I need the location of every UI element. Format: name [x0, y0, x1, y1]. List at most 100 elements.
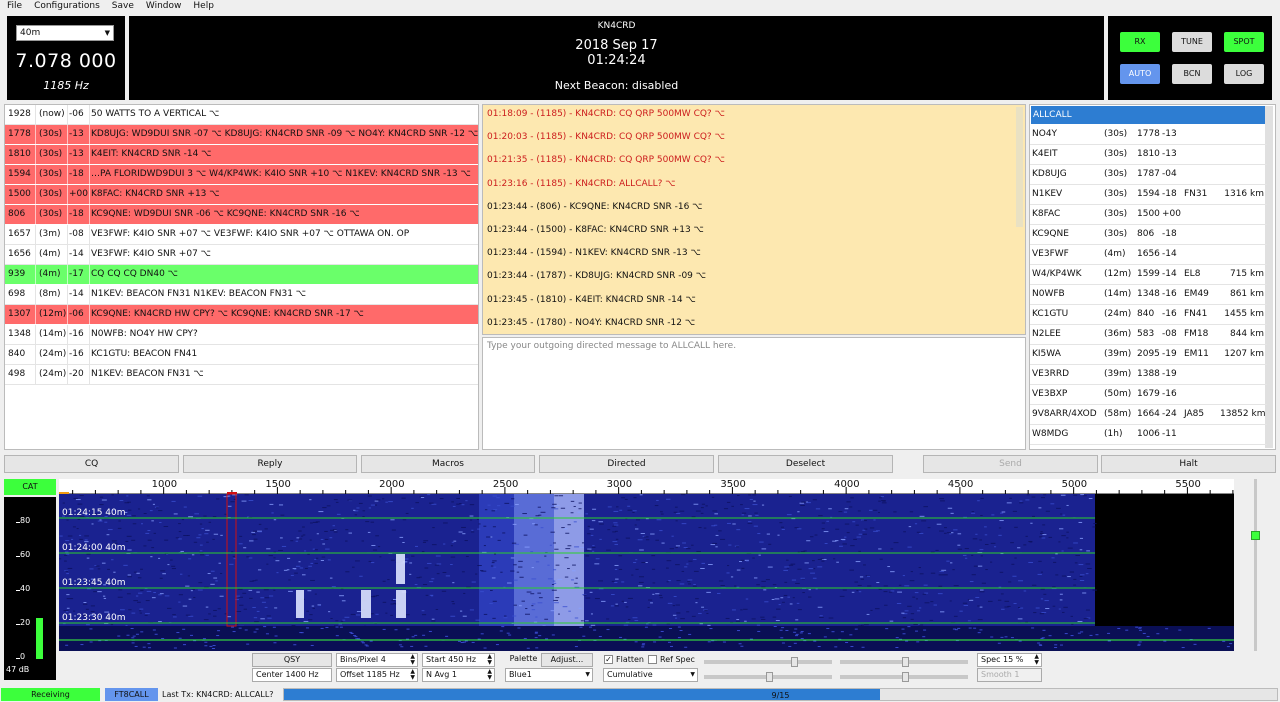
menu-save[interactable]: Save	[105, 0, 139, 12]
center-spinbox[interactable]: Center 1400 Hz	[252, 668, 332, 682]
directed-message[interactable]: 01:23:44 - (806) - KC9QNE: KN4CRD SNR -1…	[487, 201, 703, 213]
call-row[interactable]: W4/KP4WK (12m) 1599 -14 EL8 715 km	[1030, 265, 1267, 285]
beacon-button[interactable]: BCN	[1172, 64, 1212, 84]
message-compose-field[interactable]: Type your outgoing directed message to A…	[482, 337, 1026, 450]
call-row[interactable]: K4EIT (30s) 1810 -13	[1030, 145, 1267, 165]
directed-button[interactable]: Directed	[539, 455, 714, 473]
gain-slider[interactable]	[1251, 479, 1260, 651]
activity-row[interactable]: 1348 (14m) -16 N0WFB: NO4Y HW CPY?	[5, 325, 478, 345]
spot-button[interactable]: SPOT	[1224, 32, 1264, 52]
slider-knob[interactable]	[1251, 531, 1260, 540]
slider-knob[interactable]	[902, 672, 909, 682]
zero-slider-1[interactable]	[840, 657, 968, 667]
directed-message[interactable]: 01:18:09 - (1185) - KN4CRD: CQ QRP 500MW…	[487, 108, 725, 120]
log-button[interactable]: LOG	[1224, 64, 1264, 84]
spin-arrows-icon[interactable]: ▲ ▼	[410, 669, 415, 681]
menu-window[interactable]: Window	[139, 0, 187, 12]
activity-row[interactable]: 1810 (30s) -13 K4EIT: KN4CRD SNR -14 ⌥	[5, 145, 478, 165]
call-row[interactable]: NO4Y (30s) 1778 -13	[1030, 125, 1267, 145]
column-divider	[35, 125, 36, 144]
reply-button[interactable]: Reply	[183, 455, 357, 473]
halt-button[interactable]: Halt	[1101, 455, 1276, 473]
spin-arrows-icon[interactable]: ▲ ▼	[1034, 654, 1039, 666]
directed-message[interactable]: 01:23:16 - (1185) - KN4CRD: ALLCALL? ⌥	[487, 178, 676, 190]
frequency-scale[interactable]: 1000 1500 2000 2500 3000 3500 4000 4500 5000 5500	[59, 479, 1234, 494]
call-row[interactable]: VE3RRD (39m) 1388 -19	[1030, 365, 1267, 385]
offset-spinbox[interactable]: Offset 1185 Hz ▲ ▼	[336, 668, 418, 682]
start-spinbox[interactable]: Start 450 Hz ▲ ▼	[422, 653, 495, 667]
flatten-checkbox[interactable]: ✓ Flatten	[604, 654, 644, 666]
macros-button[interactable]: Macros	[361, 455, 535, 473]
activity-row[interactable]: 1307 (12m) -06 KC9QNE: KN4CRD HW CPY? ⌥ KC9…	[5, 305, 478, 325]
call-row[interactable]: VE3BXP (50m) 1679 -16	[1030, 385, 1267, 405]
send-button[interactable]: Send	[923, 455, 1098, 473]
waterfall-display[interactable]: 01:24:15 40m 01:24:00 40m 01:23:45 40m 01:2…	[59, 494, 1234, 651]
gain-slider-2[interactable]	[704, 672, 832, 682]
activity-row[interactable]: 806 (30s) -18 KC9QNE: WD9DUI SNR -06 ⌥ KC9Q…	[5, 205, 478, 225]
call-activity-list[interactable]: ALLCALL NO4Y (30s) 1778 -13 K4EIT (30s) 1810 -1…	[1029, 104, 1276, 450]
slider-knob[interactable]	[766, 672, 773, 682]
directed-message[interactable]: 01:23:44 - (1500) - K8FAC: KN4CRD SNR +1…	[487, 224, 704, 236]
rx-button[interactable]: RX	[1120, 32, 1160, 52]
call-row[interactable]: KC9QNE (30s) 806 -18	[1030, 225, 1267, 245]
directed-message[interactable]: 01:20:03 - (1185) - KN4CRD: CQ QRP 500MW…	[487, 131, 725, 143]
grid-cell: FN41	[1184, 309, 1208, 319]
activity-row[interactable]: 1928 (now) -06 50 WATTS TO A VERTICAL ⌥	[5, 105, 478, 125]
call-row[interactable]: 9V8ARR/4XOD (58m) 1664 -24 JA85 13852 km	[1030, 405, 1267, 425]
scrollbar[interactable]	[1016, 107, 1023, 227]
activity-row[interactable]: 1594 (30s) -18 …PA FLORIDWD9DUI 3 ⌥ W4/KP4W…	[5, 165, 478, 185]
menu-help[interactable]: Help	[186, 0, 219, 12]
menu-configurations[interactable]: Configurations	[27, 0, 105, 12]
adjust-button[interactable]: Adjust...	[541, 653, 593, 667]
qsy-button[interactable]: QSY	[252, 653, 332, 667]
activity-row[interactable]: 939 (4m) -17 CQ CQ CQ DN40 ⌥	[5, 265, 478, 285]
smooth-spinbox[interactable]: Smooth 1	[977, 668, 1042, 682]
activity-row[interactable]: 840 (24m) -16 KC1GTU: BEACON FN41	[5, 345, 478, 365]
activity-row[interactable]: 1657 (3m) -08 VE3FWF: K4IO SNR +07 ⌥ VE3FWF…	[5, 225, 478, 245]
spin-arrows-icon[interactable]: ▲ ▼	[410, 654, 415, 666]
activity-row[interactable]: 1656 (4m) -14 VE3FWF: K4IO SNR +07 ⌥	[5, 245, 478, 265]
directed-message[interactable]: 01:23:45 - (1780) - NO4Y: KN4CRD SNR -12…	[487, 317, 695, 329]
call-row[interactable]: W8MDG (1h) 1006 -11	[1030, 425, 1267, 445]
call-row[interactable]: N0WFB (14m) 1348 -16 EM49 861 km	[1030, 285, 1267, 305]
call-row[interactable]: VE3FWF (4m) 1656 -14	[1030, 245, 1267, 265]
slider-knob[interactable]	[902, 657, 909, 667]
call-row[interactable]: K8FAC (30s) 1500 +00	[1030, 205, 1267, 225]
call-row[interactable]: KI5WA (39m) 2095 -19 EM11 1207 km	[1030, 345, 1267, 365]
spec-spinbox[interactable]: Spec 15 % ▲ ▼	[977, 653, 1042, 667]
directed-message[interactable]: 01:21:35 - (1185) - KN4CRD: CQ QRP 500MW…	[487, 154, 725, 166]
call-row[interactable]: N1KEV (30s) 1594 -18 FN31 1316 km	[1030, 185, 1267, 205]
spin-arrows-icon[interactable]: ▲ ▼	[487, 654, 492, 666]
activity-row[interactable]: 698 (8m) -14 N1KEV: BEACON FN31 N1KEV: BEAC…	[5, 285, 478, 305]
deselect-button[interactable]: Deselect	[718, 455, 893, 473]
menu-file[interactable]: File	[0, 0, 27, 12]
column-divider	[35, 285, 36, 304]
activity-row[interactable]: 498 (24m) -20 N1KEV: BEACON FN31 ⌥	[5, 365, 478, 385]
auto-button[interactable]: AUTO	[1120, 64, 1160, 84]
refspec-checkbox[interactable]: Ref Spec	[648, 654, 695, 666]
directed-message[interactable]: 01:23:45 - (1810) - K4EIT: KN4CRD SNR -1…	[487, 294, 696, 306]
directed-message[interactable]: 01:23:44 - (1787) - KD8UJG: KN4CRD SNR -…	[487, 270, 706, 282]
palette-select[interactable]: Blue1 ▼	[505, 668, 593, 682]
slider-knob[interactable]	[791, 657, 798, 667]
gain-slider-1[interactable]	[704, 657, 832, 667]
directed-messages[interactable]: 01:18:09 - (1185) - KN4CRD: CQ QRP 500MW…	[482, 104, 1026, 335]
navg-spinbox[interactable]: N Avg 1 ▲ ▼	[422, 668, 495, 682]
band-select[interactable]: 40m ▼	[16, 25, 114, 41]
allcall-row[interactable]: ALLCALL	[1031, 106, 1266, 124]
zero-slider-2[interactable]	[840, 672, 968, 682]
activity-row[interactable]: 1500 (30s) +00 K8FAC: KN4CRD SNR +13 ⌥	[5, 185, 478, 205]
bins-spinbox[interactable]: Bins/Pixel 4 ▲ ▼	[336, 653, 418, 667]
spin-arrows-icon[interactable]: ▲ ▼	[487, 669, 492, 681]
tune-button[interactable]: TUNE	[1172, 32, 1212, 52]
call-row[interactable]: N2LEE (36m) 583 -08 FM18 844 km	[1030, 325, 1267, 345]
call-row[interactable]: KD8UJG (30s) 1787 -04	[1030, 165, 1267, 185]
cq-button[interactable]: CQ	[4, 455, 179, 473]
waterfall[interactable]: 1000 1500 2000 2500 3000 3500 4000 4500 5000 5500…	[59, 479, 1234, 651]
column-divider	[89, 165, 90, 184]
band-activity-list[interactable]: 1928 (now) -06 50 WATTS TO A VERTICAL ⌥ 1778…	[4, 104, 479, 450]
activity-row[interactable]: 1778 (30s) -13 KD8UJG: WD9DUI SNR -07 ⌥ KD8…	[5, 125, 478, 145]
directed-message[interactable]: 01:23:44 - (1594) - N1KEV: KN4CRD SNR -1…	[487, 247, 701, 259]
call-row[interactable]: KC1GTU (24m) 840 -16 FN41 1455 km	[1030, 305, 1267, 325]
spectrum-mode-select[interactable]: Cumulative ▼	[603, 668, 698, 682]
